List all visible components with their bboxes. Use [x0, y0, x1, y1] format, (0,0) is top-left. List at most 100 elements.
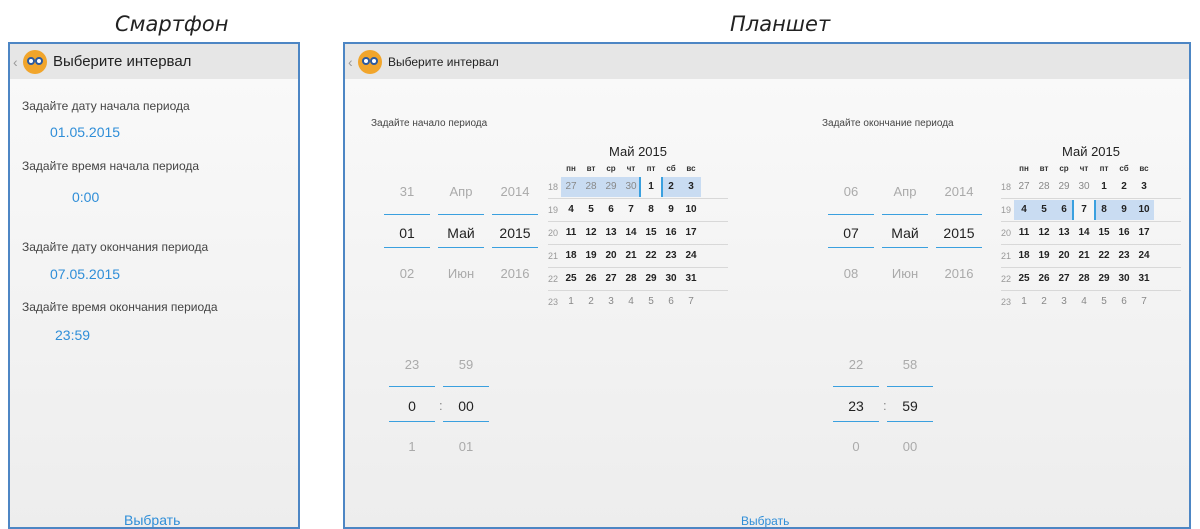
calendar-day[interactable]: 29	[1054, 177, 1074, 197]
calendar-day[interactable]: 25	[1014, 269, 1034, 289]
end-minute-picker[interactable]: 58 59 00	[885, 355, 935, 454]
calendar-day[interactable]: 26	[1034, 269, 1054, 289]
calendar-day[interactable]: 29	[1094, 269, 1114, 289]
calendar-day[interactable]: 28	[1034, 177, 1054, 197]
phone-select-button[interactable]: Выбрать	[124, 512, 180, 527]
calendar-day[interactable]: 12	[581, 223, 601, 243]
calendar-day[interactable]: 31	[1134, 269, 1154, 289]
calendar-day[interactable]: 1	[1094, 177, 1114, 197]
calendar-day[interactable]: 5	[641, 292, 661, 312]
calendar-day[interactable]: 29	[641, 269, 661, 289]
calendar-day[interactable]: 15	[1094, 223, 1114, 243]
end-month-picker[interactable]: Апр Май Июн	[880, 182, 930, 281]
calendar-day[interactable]: 8	[1094, 200, 1114, 220]
calendar-day[interactable]: 1	[561, 292, 581, 312]
calendar-day[interactable]: 4	[561, 200, 581, 220]
calendar-day[interactable]: 9	[1114, 200, 1134, 220]
calendar-day[interactable]: 27	[601, 269, 621, 289]
calendar-day[interactable]: 10	[681, 200, 701, 220]
calendar-day[interactable]: 31	[681, 269, 701, 289]
start-minute-picker[interactable]: 59 00 01	[441, 355, 491, 454]
calendar-day[interactable]: 30	[1114, 269, 1134, 289]
calendar-day[interactable]: 8	[641, 200, 661, 220]
end-calendar[interactable]: Май 2015 пн вт ср чт пт сб вс 18 27 28 2…	[1001, 144, 1181, 313]
calendar-day[interactable]: 1	[1014, 292, 1034, 312]
calendar-day[interactable]: 17	[1134, 223, 1154, 243]
end-date-value[interactable]: 07.05.2015	[50, 266, 120, 282]
calendar-day[interactable]: 13	[601, 223, 621, 243]
calendar-day[interactable]: 25	[561, 269, 581, 289]
calendar-day[interactable]: 15	[641, 223, 661, 243]
calendar-day[interactable]: 3	[1054, 292, 1074, 312]
start-date-value[interactable]: 01.05.2015	[50, 124, 120, 140]
calendar-day[interactable]: 6	[1114, 292, 1134, 312]
calendar-day[interactable]: 18	[561, 246, 581, 266]
calendar-day[interactable]: 2	[1114, 177, 1134, 197]
calendar-day[interactable]: 5	[1034, 200, 1054, 220]
calendar-day[interactable]: 16	[661, 223, 681, 243]
calendar-day[interactable]: 6	[661, 292, 681, 312]
calendar-day[interactable]: 14	[621, 223, 641, 243]
calendar-day[interactable]: 6	[601, 200, 621, 220]
end-time-value[interactable]: 23:59	[55, 327, 90, 343]
calendar-day[interactable]: 4	[621, 292, 641, 312]
calendar-day[interactable]: 3	[601, 292, 621, 312]
calendar-day[interactable]: 20	[601, 246, 621, 266]
calendar-day[interactable]: 10	[1134, 200, 1154, 220]
calendar-day[interactable]: 30	[661, 269, 681, 289]
calendar-day[interactable]: 24	[681, 246, 701, 266]
calendar-day[interactable]: 7	[621, 200, 641, 220]
calendar-day[interactable]: 24	[1134, 246, 1154, 266]
app-logo-icon[interactable]	[23, 49, 47, 74]
calendar-day-selected[interactable]: 1	[641, 177, 661, 197]
end-year-picker[interactable]: 2014 2015 2016	[934, 182, 984, 281]
calendar-day[interactable]: 11	[561, 223, 581, 243]
calendar-day-selected[interactable]: 7	[1074, 200, 1094, 220]
calendar-day[interactable]: 3	[1134, 177, 1154, 197]
back-chevron-icon[interactable]: ‹	[13, 54, 23, 70]
calendar-day[interactable]: 19	[1034, 246, 1054, 266]
calendar-day[interactable]: 2	[1034, 292, 1054, 312]
calendar-day[interactable]: 27	[1054, 269, 1074, 289]
start-calendar[interactable]: Май 2015 пн вт ср чт пт сб вс 18 27 28 2…	[548, 144, 728, 313]
start-month-picker[interactable]: Апр Май Июн	[436, 182, 486, 281]
calendar-day[interactable]: 23	[1114, 246, 1134, 266]
calendar-day[interactable]: 16	[1114, 223, 1134, 243]
tablet-select-button[interactable]: Выбрать	[741, 514, 789, 527]
calendar-day[interactable]: 28	[621, 269, 641, 289]
calendar-day[interactable]: 30	[621, 177, 641, 197]
calendar-day[interactable]: 17	[681, 223, 701, 243]
calendar-day[interactable]: 21	[621, 246, 641, 266]
calendar-day[interactable]: 5	[581, 200, 601, 220]
calendar-day[interactable]: 19	[581, 246, 601, 266]
calendar-day[interactable]: 27	[561, 177, 581, 197]
calendar-day[interactable]: 22	[1094, 246, 1114, 266]
calendar-day[interactable]: 5	[1094, 292, 1114, 312]
calendar-day[interactable]: 26	[581, 269, 601, 289]
calendar-day[interactable]: 2	[661, 177, 681, 197]
calendar-day[interactable]: 29	[601, 177, 621, 197]
calendar-day[interactable]: 7	[1134, 292, 1154, 312]
start-time-value[interactable]: 0:00	[72, 189, 99, 205]
calendar-day[interactable]: 6	[1054, 200, 1074, 220]
start-year-picker[interactable]: 2014 2015 2016	[490, 182, 540, 281]
calendar-day[interactable]: 20	[1054, 246, 1074, 266]
calendar-day[interactable]: 14	[1074, 223, 1094, 243]
calendar-day[interactable]: 27	[1014, 177, 1034, 197]
calendar-day[interactable]: 18	[1014, 246, 1034, 266]
calendar-day[interactable]: 9	[661, 200, 681, 220]
calendar-day[interactable]: 30	[1074, 177, 1094, 197]
end-day-picker[interactable]: 06 07 08	[826, 182, 876, 281]
calendar-day[interactable]: 22	[641, 246, 661, 266]
calendar-day[interactable]: 2	[581, 292, 601, 312]
start-hour-picker[interactable]: 23 0 1	[387, 355, 437, 454]
calendar-day[interactable]: 23	[661, 246, 681, 266]
back-chevron-icon[interactable]: ‹	[348, 54, 358, 70]
app-logo-icon[interactable]	[358, 49, 382, 74]
calendar-day[interactable]: 4	[1014, 200, 1034, 220]
calendar-day[interactable]: 4	[1074, 292, 1094, 312]
calendar-day[interactable]: 28	[1074, 269, 1094, 289]
end-hour-picker[interactable]: 22 23 0	[831, 355, 881, 454]
calendar-day[interactable]: 11	[1014, 223, 1034, 243]
calendar-day[interactable]: 3	[681, 177, 701, 197]
